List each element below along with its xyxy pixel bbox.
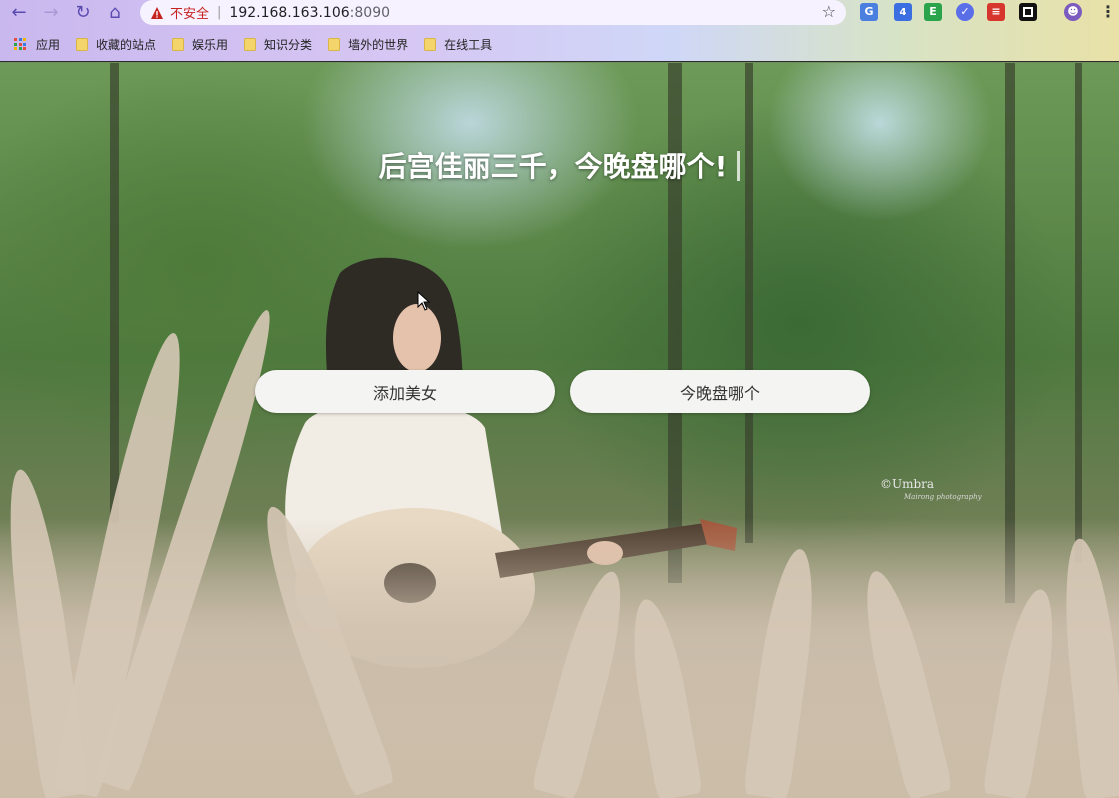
bookmark-online-tools[interactable]: 在线工具 — [424, 36, 492, 53]
bookmark-star-icon[interactable]: ☆ — [822, 2, 836, 21]
bookmark-label: 娱乐用 — [192, 37, 229, 52]
bookmark-label: 在线工具 — [444, 37, 493, 52]
bookmark-favorites[interactable]: 收藏的站点 — [76, 36, 156, 53]
security-label[interactable]: 不安全 — [170, 3, 209, 22]
back-arrow-icon[interactable]: ← — [8, 2, 30, 24]
address-bar[interactable]: 不安全 | 192.168.163.106 :8090 ☆ — [140, 0, 846, 25]
stack-extension-icon[interactable]: ≡ — [987, 3, 1005, 21]
bookmark-outside-world[interactable]: 墙外的世界 — [328, 36, 408, 53]
home-icon[interactable]: ⌂ — [104, 2, 126, 24]
translate-extension-icon[interactable]: G — [860, 3, 878, 21]
page-title: 后宫佳丽三千，今晚盘哪个! — [0, 145, 1119, 185]
profile-avatar-icon[interactable]: ☻ — [1064, 3, 1082, 21]
reload-icon[interactable]: ↻ — [72, 2, 94, 24]
checkmark-extension-icon[interactable]: ✓ — [956, 3, 974, 21]
browser-toolbar: ← → ↻ ⌂ 不安全 | 192.168.163.106 :8090 ☆ G … — [0, 0, 1119, 62]
bookmark-label: 知识分类 — [264, 37, 313, 52]
tree-trunk — [110, 63, 119, 523]
photo-watermark-subtitle: Mairong photography — [904, 493, 982, 501]
menu-dots-icon[interactable]: ⋮ — [1099, 3, 1117, 21]
folder-icon — [76, 37, 89, 51]
square-extension-icon[interactable] — [1019, 3, 1037, 21]
forward-arrow-icon[interactable]: → — [40, 2, 62, 24]
warning-triangle-icon[interactable] — [150, 6, 164, 20]
folder-icon — [328, 37, 341, 51]
bookmark-knowledge[interactable]: 知识分类 — [244, 36, 312, 53]
folder-icon — [424, 37, 437, 51]
bookmark-apps[interactable]: 应用 — [0, 36, 60, 53]
evernote-extension-icon[interactable]: E — [924, 3, 942, 21]
pick-tonight-button[interactable]: 今晚盘哪个 — [570, 370, 870, 413]
url-divider: | — [217, 5, 222, 20]
extension-badge-count: 4 — [899, 7, 907, 18]
folder-icon — [244, 37, 257, 51]
bookmark-label: 墙外的世界 — [348, 37, 409, 52]
extension-badge-icon[interactable]: 4 — [894, 3, 912, 21]
tree-trunk — [1075, 63, 1082, 563]
bookmark-label: 应用 — [36, 37, 61, 52]
bookmarks-bar: 应用 收藏的站点 娱乐用 知识分类 墙外的世界 在线工具 — [0, 33, 1119, 55]
folder-icon — [172, 37, 185, 51]
bookmark-label: 收藏的站点 — [96, 37, 157, 52]
typing-caret — [737, 151, 741, 181]
bookmark-entertainment[interactable]: 娱乐用 — [172, 36, 228, 53]
url-port[interactable]: :8090 — [350, 5, 390, 21]
photo-watermark: ©Umbra — [880, 477, 935, 491]
apps-grid-icon — [14, 38, 26, 50]
url-host[interactable]: 192.168.163.106 — [229, 5, 349, 21]
page-title-text: 后宫佳丽三千，今晚盘哪个! — [378, 150, 728, 183]
page-viewport: 后宫佳丽三千，今晚盘哪个! 添加美女 今晚盘哪个 ©Umbra Mairong … — [0, 63, 1119, 798]
tree-trunk — [745, 63, 753, 543]
mouse-cursor-icon — [417, 291, 431, 311]
add-beauty-button[interactable]: 添加美女 — [255, 370, 555, 413]
